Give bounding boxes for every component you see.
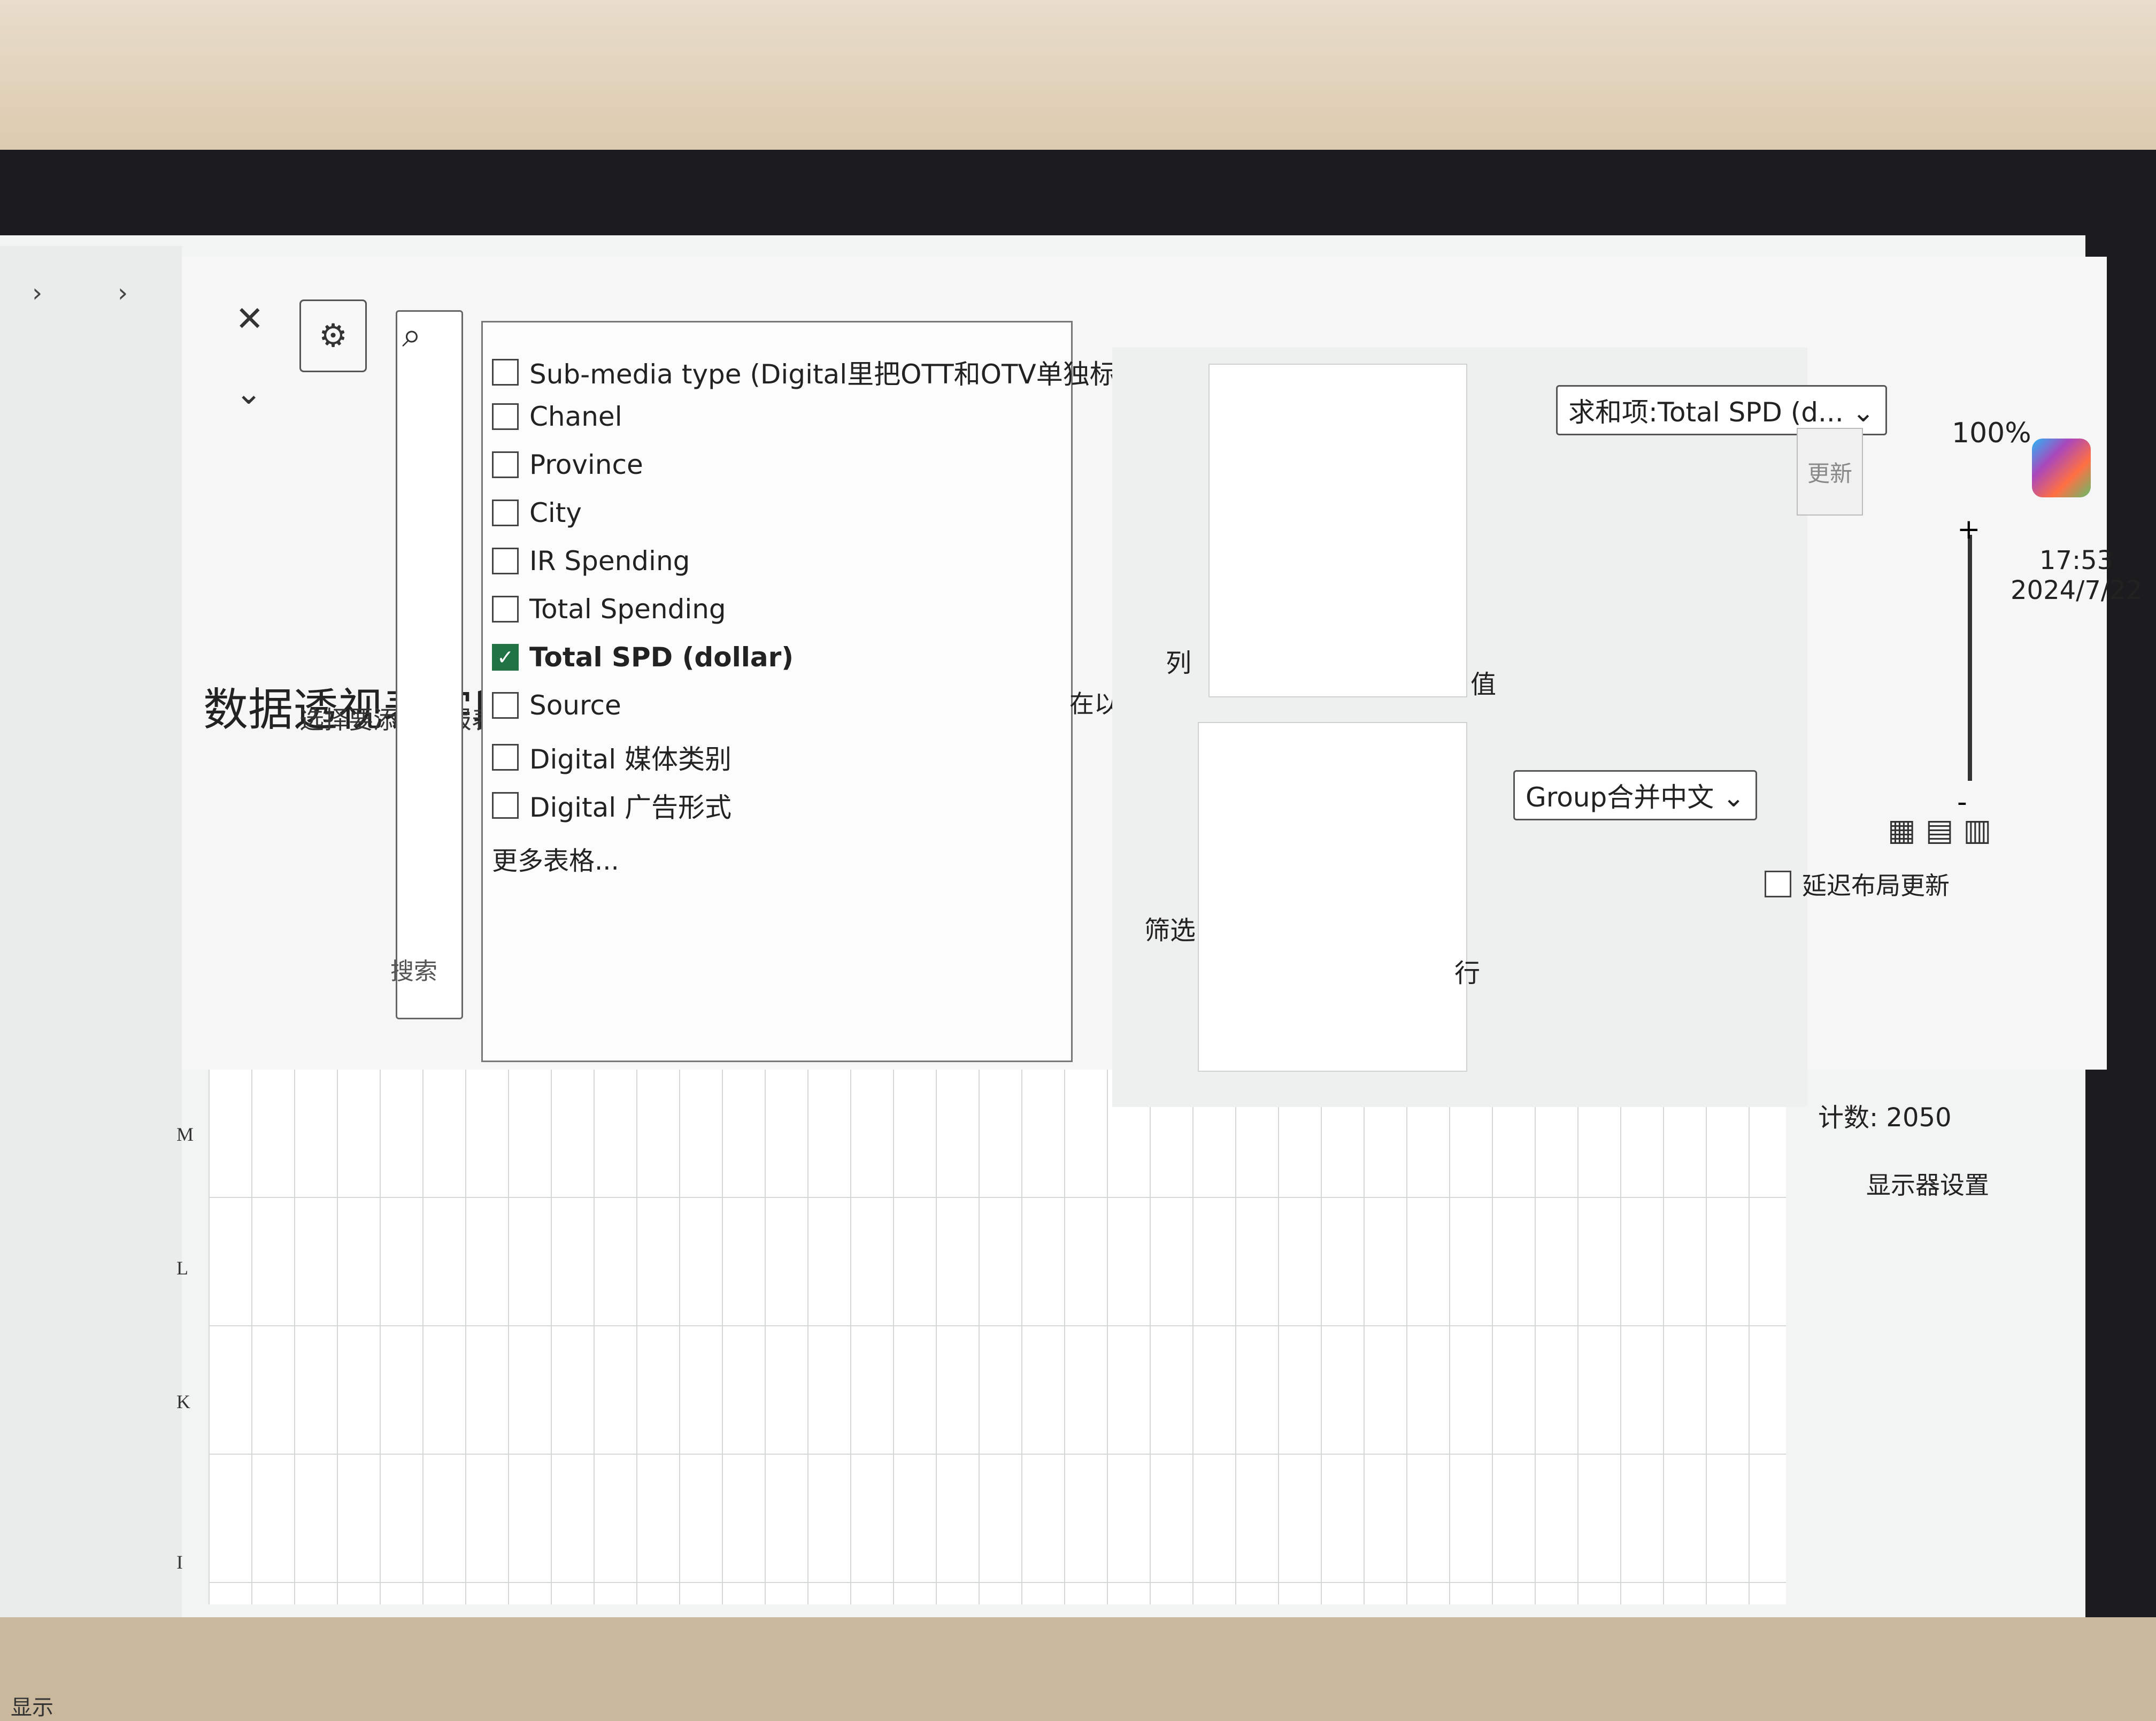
chevron-right-icon[interactable]: › [32,278,42,308]
time: 17:53 [2039,546,2114,575]
zoom-plus[interactable]: + [1957,513,1981,546]
chevron-right-icon[interactable]: › [118,278,128,308]
field-label: Digital 媒体类别 [529,744,732,775]
defer-label: 延迟布局更新 [1802,871,1950,900]
display-settings-link[interactable]: 显示器设置 [1866,1166,1989,1201]
values-field-label: 求和项:Total SPD (d... [1568,397,1844,428]
field-label: Total Spending [529,594,726,625]
search-placeholder: 搜索 [390,958,437,985]
more-tables-link[interactable]: 更多表格... [492,840,619,877]
show-label[interactable]: 显示 [11,1690,53,1721]
field-item[interactable]: Digital 媒体类别 [492,738,732,777]
gear-icon[interactable]: ⚙ [299,299,367,372]
field-label: Digital 广告形式 [529,792,732,823]
field-label: Source [529,690,621,721]
checkbox[interactable] [492,451,519,478]
field-label: IR Spending [529,546,690,577]
rows-label: 行 [1454,958,1481,988]
checkbox-checked[interactable]: ✓ [492,644,519,671]
update-button[interactable]: 更新 [1797,428,1863,516]
zoom-slider[interactable] [1968,535,1972,781]
search-input[interactable] [396,310,463,1019]
field-item[interactable]: IR Spending [492,546,690,577]
ribbon-strip: › › 显示 [0,246,182,1720]
zoom-minus[interactable]: - [1957,786,1967,818]
columns-drop-zone[interactable] [1208,364,1467,697]
rows-field-pill[interactable]: Group合并中文 ⌄ [1513,770,1758,820]
columns-label: 列 [1166,648,1192,678]
field-item[interactable]: Source [492,690,621,721]
checkbox[interactable] [492,359,519,386]
field-item[interactable]: City [492,497,582,528]
checkbox[interactable] [492,596,519,623]
field-item[interactable]: Province [492,449,643,480]
column-header[interactable]: K [176,1390,214,1423]
close-icon[interactable]: ✕ [235,299,264,339]
field-item[interactable]: Chanel [492,401,622,432]
column-header[interactable]: M [176,1123,214,1155]
column-header[interactable]: I [176,1551,214,1583]
values-label: 值 [1470,670,1497,700]
field-label: Total SPD (dollar) [529,642,794,673]
checkbox[interactable] [492,692,519,719]
field-item[interactable]: Sub-media type (Digital里把OTT和OTV单独标... [492,353,1142,391]
field-label: Sub-media type (Digital里把OTT和OTV单独标... [529,359,1142,390]
chevron-down-icon[interactable]: ⌄ [235,374,262,412]
field-item[interactable]: Total Spending [492,594,726,625]
status-count: 计数: 2050 [1818,1103,1952,1133]
filter-drop-zone[interactable] [1198,722,1467,1072]
checkbox[interactable] [492,500,519,526]
field-label: City [529,497,582,528]
date: 2024/7/22 [2011,575,2143,605]
field-label: Province [529,449,643,480]
defer-layout-update[interactable]: 延迟布局更新 [1765,866,1950,902]
checkbox[interactable] [492,403,519,430]
search-icon[interactable]: ⌕ [402,316,421,355]
checkbox[interactable] [1765,871,1791,897]
filter-label: 筛选 [1144,916,1196,946]
worksheet-grid[interactable] [209,1070,1786,1604]
copilot-icon[interactable] [2032,439,2091,497]
column-header[interactable]: L [176,1257,214,1289]
taskbar-clock[interactable]: 17:53 2024/7/22 [2011,546,2142,605]
field-item[interactable]: ✓ Total SPD (dollar) [492,642,794,673]
checkbox[interactable] [492,744,519,771]
field-item[interactable]: Digital 广告形式 [492,786,732,825]
zoom-level[interactable]: 100% [1952,417,2031,449]
rows-field-label: Group合并中文 [1526,782,1714,813]
view-normal-icon[interactable]: ▦ ▤ ▥ [1888,813,1991,848]
checkbox[interactable] [492,548,519,574]
field-label: Chanel [529,401,622,432]
checkbox[interactable] [492,792,519,819]
